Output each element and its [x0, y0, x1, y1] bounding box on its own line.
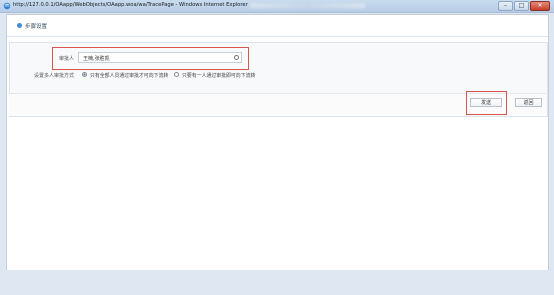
send-button[interactable]: 发送 — [470, 98, 502, 107]
approval-mode-label: 设置多人审批方式 — [34, 73, 75, 79]
radio-all-approve[interactable] — [82, 72, 87, 77]
approver-value: 王楠,张胜凯 — [83, 56, 110, 62]
browser-bottom-frame — [0, 270, 554, 295]
approver-field[interactable]: 王楠,张胜凯 — [78, 52, 242, 63]
window-title: http://127.0.0.1/OAapp/WebObjects/OAapp.… — [13, 2, 248, 8]
internet-explorer-icon — [3, 2, 11, 10]
step-header: 步骤设置 — [7, 15, 548, 37]
step-title: 步骤设置 — [25, 24, 48, 30]
close-button[interactable]: ✕ — [530, 1, 550, 11]
radio-all-approve-label: 只有全部人员通过审批才可向下流转 — [90, 73, 169, 79]
back-button[interactable]: 返回 — [515, 98, 542, 107]
step-icon — [17, 23, 22, 28]
browser-titlebar: http://127.0.0.1/OAapp/WebObjects/OAapp.… — [0, 0, 554, 13]
radio-any-approve-label: 只要有一人通过审批即可向下流转 — [182, 73, 256, 79]
minimize-button[interactable]: – — [498, 1, 513, 11]
maximize-button[interactable]: □ — [514, 1, 529, 11]
radio-any-approve[interactable] — [174, 72, 179, 77]
select-user-icon[interactable] — [234, 55, 239, 60]
approver-label: 审批人 — [59, 56, 75, 62]
title-obscured-area — [250, 3, 365, 8]
